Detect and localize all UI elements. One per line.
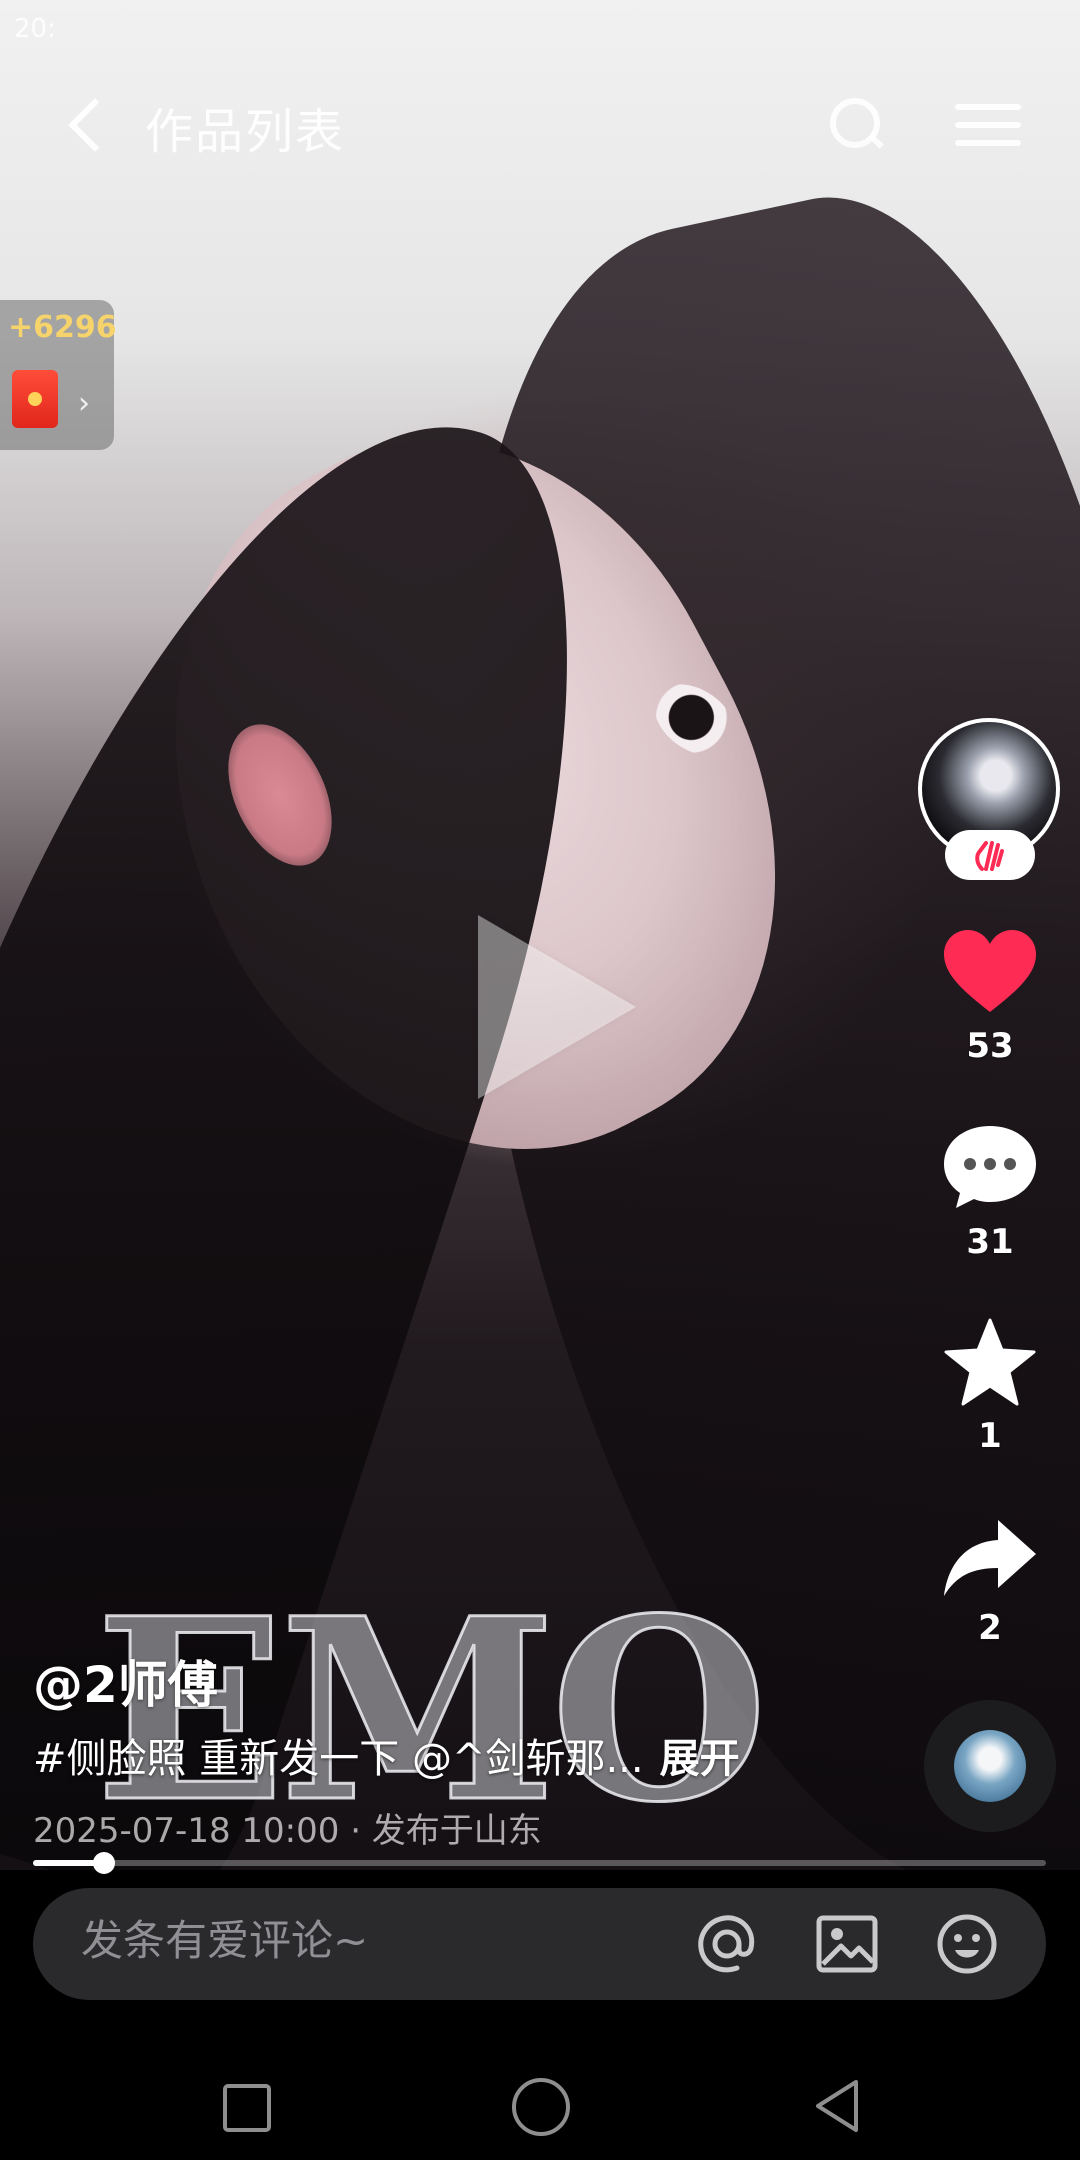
wave-hand-icon bbox=[975, 841, 1004, 871]
home-icon[interactable] bbox=[512, 2078, 570, 2136]
music-cover bbox=[954, 1730, 1026, 1802]
page-title: 作品列表 bbox=[145, 104, 346, 160]
back-nav-icon[interactable] bbox=[812, 2078, 862, 2134]
heart-icon bbox=[920, 928, 1060, 1016]
more-icon bbox=[955, 104, 1021, 110]
like-count: 53 bbox=[966, 1026, 1014, 1066]
star-icon bbox=[920, 1318, 1060, 1406]
more-icon-line bbox=[955, 140, 1021, 146]
top-nav: 作品列表 bbox=[0, 80, 1080, 170]
publish-meta: 2025-07-18 10:00 · 发布于山东 bbox=[33, 1811, 542, 1851]
reward-amount: +6296 bbox=[8, 310, 117, 345]
share-icon bbox=[920, 1518, 1060, 1598]
author-name[interactable]: @2师傅 bbox=[33, 1645, 218, 1717]
favorite-button[interactable]: 1 bbox=[920, 1318, 1060, 1456]
caption-text: #侧脸照 重新发一下 @^剑斩那... bbox=[33, 1736, 644, 1782]
red-packet-icon bbox=[12, 370, 58, 428]
music-disc[interactable] bbox=[924, 1700, 1056, 1832]
more-icon-line bbox=[955, 122, 1021, 128]
at-icon[interactable] bbox=[695, 1912, 759, 1976]
recent-apps-icon[interactable] bbox=[223, 2084, 271, 2132]
comment-button[interactable]: 31 bbox=[920, 1122, 1060, 1262]
chevron-right-icon: › bbox=[78, 386, 90, 421]
comment-bar bbox=[33, 1888, 1046, 2000]
reward-widget[interactable]: +6296 › bbox=[0, 300, 117, 450]
video-caption[interactable]: #侧脸照 重新发一下 @^剑斩那... 展开 bbox=[33, 1726, 740, 1784]
expand-button[interactable]: 展开 bbox=[660, 1736, 740, 1782]
back-button[interactable] bbox=[62, 98, 122, 152]
progress-thumb[interactable] bbox=[92, 1852, 115, 1874]
image-icon[interactable] bbox=[815, 1912, 879, 1976]
comment-icon bbox=[920, 1122, 1060, 1212]
share-button[interactable]: 2 bbox=[920, 1518, 1060, 1648]
more-button[interactable] bbox=[955, 100, 1025, 150]
like-button[interactable]: 53 bbox=[920, 928, 1060, 1066]
system-nav-bar bbox=[0, 2020, 1080, 2160]
share-count: 2 bbox=[978, 1608, 1002, 1648]
comment-count: 31 bbox=[966, 1222, 1014, 1262]
video-player-screen: EMO 20: 作品列表 +6296 › 53 31 1 2 @2师傅 #侧脸照… bbox=[0, 0, 1080, 2160]
favorite-count: 1 bbox=[978, 1416, 1002, 1456]
follow-button[interactable] bbox=[945, 830, 1035, 880]
search-button[interactable] bbox=[824, 92, 888, 156]
video-progress-bar[interactable] bbox=[33, 1852, 1046, 1874]
play-icon[interactable] bbox=[478, 915, 636, 1099]
status-time: 20: bbox=[14, 14, 56, 44]
back-icon bbox=[68, 98, 122, 152]
comment-input[interactable] bbox=[81, 1916, 641, 1965]
emoji-icon[interactable] bbox=[935, 1912, 999, 1976]
